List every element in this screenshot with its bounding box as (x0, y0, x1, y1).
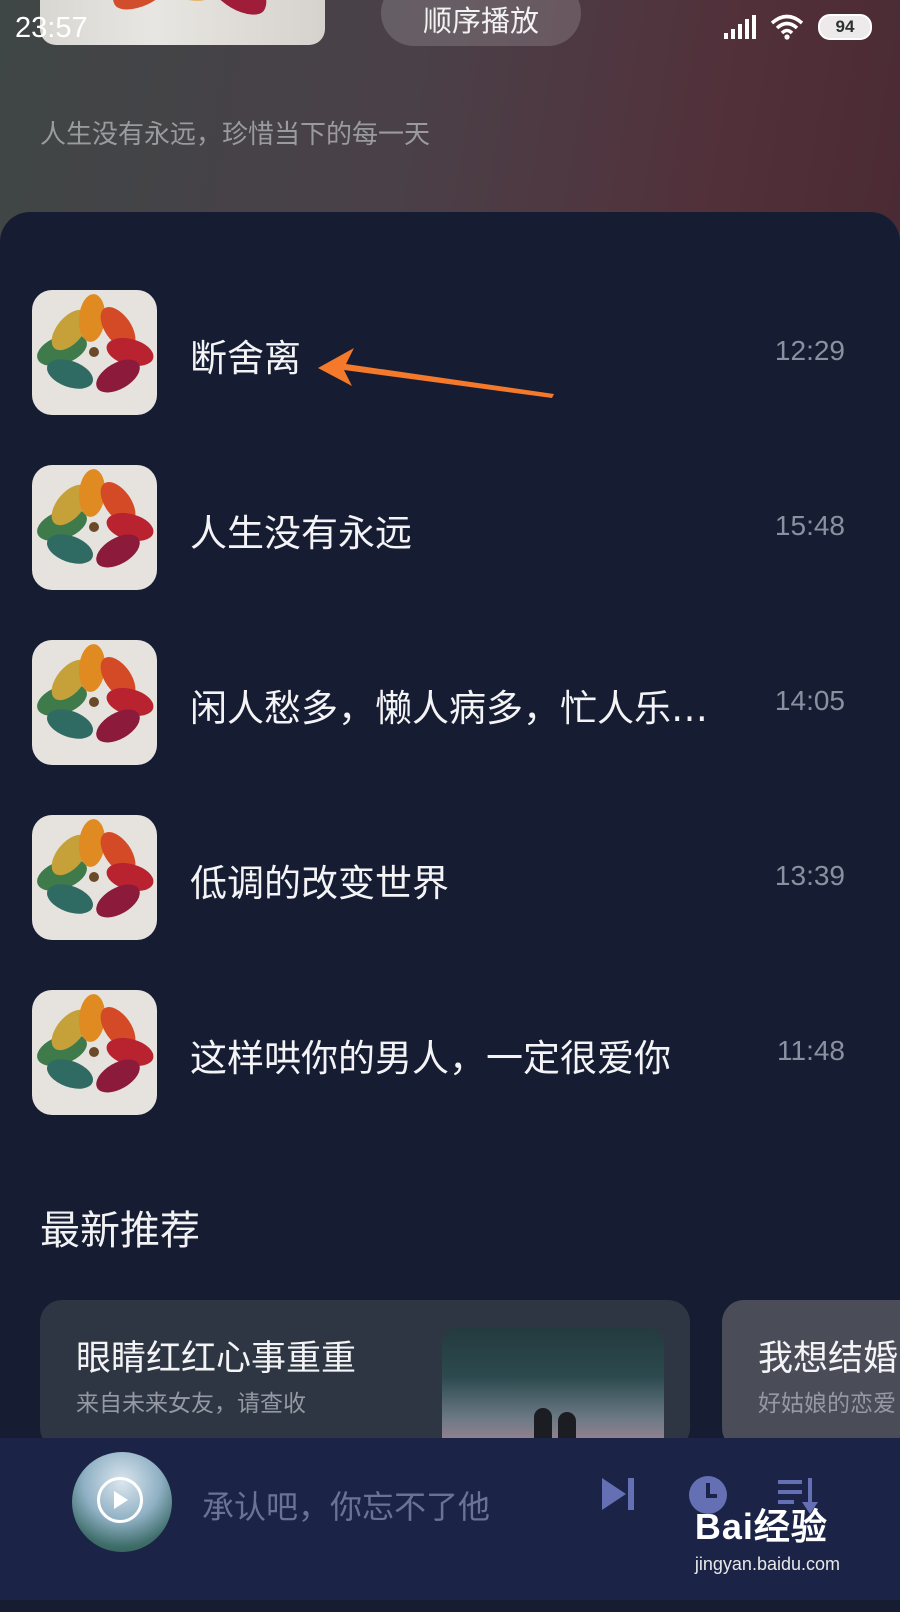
song-cover (32, 640, 157, 765)
song-duration: 13:39 (774, 860, 845, 891)
song-duration: 14:05 (774, 685, 845, 716)
song-duration: 11:48 (777, 1035, 845, 1066)
watermark-logo: Bai经验 (694, 1506, 828, 1547)
signal-icon (724, 15, 756, 39)
recommend-card[interactable]: 眼睛红红心事重重 来自未来女友，请查收 (40, 1300, 690, 1450)
song-title: 闲人愁多，懒人病多，忙人乐… (190, 687, 708, 730)
recommend-section-title: 最新推荐 (40, 1208, 200, 1254)
song-duration: 15:48 (774, 510, 845, 541)
song-title: 人生没有永远 (190, 512, 412, 555)
now-playing-title: 承认吧，你忘不了他 (202, 1488, 491, 1526)
play-order-button[interactable]: 顺序播放 (381, 0, 581, 46)
playlist-description: 人生没有永远，珍惜当下的每一天 (40, 120, 431, 150)
song-title: 这样哄你的男人，一定很爱你 (190, 1037, 671, 1080)
song-item[interactable]: 闲人愁多，懒人病多，忙人乐… 14:05 (0, 640, 900, 770)
recommend-card-title: 我想结婚 (758, 1339, 899, 1379)
watermark-url: jingyan.baidu.com (694, 1554, 840, 1574)
song-cover (32, 290, 157, 415)
annotation-arrow-icon (318, 348, 554, 398)
battery-indicator: 94 (818, 14, 872, 40)
recommend-card-subtitle: 好姑娘的恋爱 (758, 1391, 896, 1417)
recommend-card-image (442, 1328, 664, 1450)
song-item[interactable]: 人生没有永远 15:48 (0, 465, 900, 595)
song-duration: 12:29 (774, 335, 845, 366)
status-time: 23:57 (15, 12, 88, 44)
song-title: 低调的改变世界 (190, 862, 449, 905)
status-icons: 94 (724, 14, 872, 40)
play-order-label: 顺序播放 (422, 4, 539, 38)
recommend-card-title: 眼睛红红心事重重 (76, 1339, 357, 1379)
play-icon[interactable] (97, 1477, 143, 1523)
wifi-icon (770, 14, 804, 40)
song-cover (32, 990, 157, 1115)
recommend-card-subtitle: 来自未来女友，请查收 (76, 1391, 306, 1417)
song-item[interactable]: 低调的改变世界 13:39 (0, 815, 900, 945)
recommend-card[interactable]: 我想结婚 好姑娘的恋爱 (722, 1300, 900, 1450)
next-track-icon[interactable] (598, 1474, 638, 1514)
song-item[interactable]: 这样哄你的男人，一定很爱你 11:48 (0, 990, 900, 1120)
baidu-watermark: Bai经验 jingyan.baidu.com (695, 1498, 840, 1575)
song-cover (32, 465, 157, 590)
song-cover (32, 815, 157, 940)
